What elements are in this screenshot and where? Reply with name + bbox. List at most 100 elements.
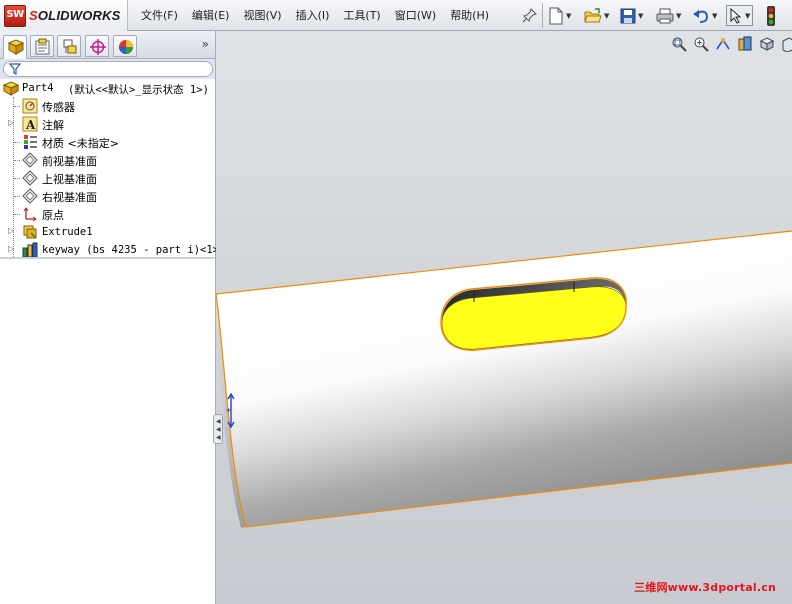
select-dropdown-arrow[interactable]: ▼ xyxy=(745,12,750,20)
pin-icon[interactable] xyxy=(522,7,538,23)
material-icon xyxy=(24,135,37,149)
tree-item-right-plane[interactable]: 右视基准面 xyxy=(0,187,215,205)
tree-item-label: Extrude1 xyxy=(42,226,93,238)
plane-icon xyxy=(22,152,38,168)
library-feature-icon xyxy=(22,242,38,258)
svg-text:*: * xyxy=(226,407,231,418)
svg-text:A: A xyxy=(25,118,36,132)
tree-empty-area xyxy=(0,259,215,604)
tree-item-label: 传感器 xyxy=(42,101,75,114)
shaft-model: * xyxy=(216,230,792,528)
filter-icon xyxy=(9,63,21,75)
property-manager-icon xyxy=(35,38,50,55)
tree-branch xyxy=(14,106,20,107)
tab-dimxpert[interactable] xyxy=(85,35,109,57)
annotation-icon: A xyxy=(22,116,38,132)
sensor-icon xyxy=(22,98,38,114)
menu-window[interactable]: 窗口(W) xyxy=(388,5,443,27)
title-toolbar: SW SOLIDWORKS 文件(F) 编辑(E) 视图(V) 插入(I) 工具… xyxy=(0,0,792,31)
undo-dropdown-arrow[interactable]: ▼ xyxy=(712,12,717,20)
new-document-icon xyxy=(549,7,563,24)
splitter-grip-icon: ◀ xyxy=(216,426,221,433)
tree-item-label: 上视基准面 xyxy=(42,173,97,186)
tree-branch xyxy=(14,214,20,215)
tree-root-part[interactable]: Part4 (默认<<默认>_显示状态 1>) xyxy=(0,79,215,97)
feature-tree: Part4 (默认<<默认>_显示状态 1>) 传感器 ▷ A 注解 材质 <未… xyxy=(0,79,219,604)
traffic-light-icon xyxy=(767,5,775,26)
plane-icon xyxy=(22,188,38,204)
toolbar-separator xyxy=(542,3,543,28)
print-dropdown-arrow[interactable]: ▼ xyxy=(676,12,681,20)
tree-item-sensors[interactable]: 传感器 xyxy=(0,97,215,115)
panel-tabs: » xyxy=(0,31,215,59)
tree-item-label: keyway (bs 4235 - part i)<1> xyxy=(42,244,220,256)
save-dropdown-arrow[interactable]: ▼ xyxy=(638,12,643,20)
tree-item-front-plane[interactable]: 前视基准面 xyxy=(0,151,215,169)
dimxpert-icon xyxy=(90,39,106,55)
menu-file[interactable]: 文件(F) xyxy=(134,5,185,27)
graphics-viewport[interactable]: * 三维网www.3dportal.cn xyxy=(216,31,792,604)
origin-icon xyxy=(23,207,37,222)
part-config: (默认<<默认>_显示状态 1>) xyxy=(68,84,209,96)
tree-item-annotations[interactable]: ▷ A 注解 xyxy=(0,115,215,133)
splitter-grip-icon: ◀ xyxy=(216,418,221,425)
solidworks-logo[interactable]: SW SOLIDWORKS xyxy=(0,0,128,31)
tree-branch xyxy=(14,160,20,161)
menu-view[interactable]: 视图(V) xyxy=(236,5,288,27)
tree-filter-field[interactable] xyxy=(3,61,213,77)
tab-property-manager[interactable] xyxy=(30,35,54,57)
open-folder-icon xyxy=(584,7,602,22)
print-icon xyxy=(656,8,674,23)
tree-item-label: 原点 xyxy=(42,209,64,222)
tree-item-label: 注解 xyxy=(42,119,64,132)
new-document-button[interactable]: ▼ xyxy=(548,5,571,26)
panel-collapse-button[interactable]: » xyxy=(202,37,209,51)
tab-configuration-manager[interactable] xyxy=(57,35,81,57)
feature-manager-icon xyxy=(7,39,25,55)
menu-insert[interactable]: 插入(I) xyxy=(289,5,337,27)
feature-manager-panel: » Part4 (默认<<默认>_显示状态 1>) 传感器 ▷ A 注解 材质 … xyxy=(0,31,219,604)
select-pointer-icon xyxy=(730,7,742,24)
splitter-grip-icon: ◀ xyxy=(216,434,221,441)
expand-arrow-icon[interactable]: ▷ xyxy=(8,118,14,127)
menu-bar: 文件(F) 编辑(E) 视图(V) 插入(I) 工具(T) 窗口(W) 帮助(H… xyxy=(134,0,496,31)
configuration-manager-icon xyxy=(63,39,77,54)
open-button[interactable]: ▼ xyxy=(584,5,609,26)
save-button[interactable]: ▼ xyxy=(620,5,643,26)
extrude-icon xyxy=(23,225,37,239)
part-icon xyxy=(3,81,19,96)
tree-item-label: 前视基准面 xyxy=(42,155,97,168)
menu-help[interactable]: 帮助(H) xyxy=(443,5,496,27)
display-manager-icon xyxy=(119,40,133,54)
open-dropdown-arrow[interactable]: ▼ xyxy=(604,12,609,20)
part-name: Part4 xyxy=(22,82,54,94)
new-dropdown-arrow[interactable]: ▼ xyxy=(566,12,571,20)
tree-item-label: 材质 <未指定> xyxy=(42,137,119,150)
tree-branch xyxy=(14,178,20,179)
shaft-cylinder-face[interactable] xyxy=(216,231,792,527)
menu-tools[interactable]: 工具(T) xyxy=(336,5,387,27)
print-button[interactable]: ▼ xyxy=(656,5,681,26)
sw-badge-icon: SW xyxy=(4,5,26,27)
tree-item-origin[interactable]: 原点 xyxy=(0,205,215,223)
select-button[interactable]: ▼ xyxy=(726,5,754,26)
undo-icon xyxy=(693,9,709,23)
tree-item-extrude1[interactable]: ▷ Extrude1 xyxy=(0,223,215,241)
menu-edit[interactable]: 编辑(E) xyxy=(185,5,237,27)
rebuild-button[interactable] xyxy=(766,5,776,26)
feature-tree-items: Part4 (默认<<默认>_显示状态 1>) 传感器 ▷ A 注解 材质 <未… xyxy=(0,79,219,263)
plane-icon xyxy=(22,170,38,186)
expand-arrow-icon[interactable]: ▷ xyxy=(8,244,14,253)
tree-branch xyxy=(14,142,20,143)
tree-item-material[interactable]: 材质 <未指定> xyxy=(0,133,215,151)
tree-item-top-plane[interactable]: 上视基准面 xyxy=(0,169,215,187)
tab-feature-manager[interactable] xyxy=(3,35,27,59)
tree-item-label: 右视基准面 xyxy=(42,191,97,204)
tab-display-manager[interactable] xyxy=(113,35,137,57)
brand-name: SOLIDWORKS xyxy=(29,8,121,23)
panel-splitter-handle[interactable]: ◀ ◀ ◀ xyxy=(213,414,223,444)
tree-branch xyxy=(14,196,20,197)
undo-button[interactable]: ▼ xyxy=(692,5,717,26)
expand-arrow-icon[interactable]: ▷ xyxy=(8,226,14,235)
site-watermark: 三维网www.3dportal.cn xyxy=(634,581,776,594)
